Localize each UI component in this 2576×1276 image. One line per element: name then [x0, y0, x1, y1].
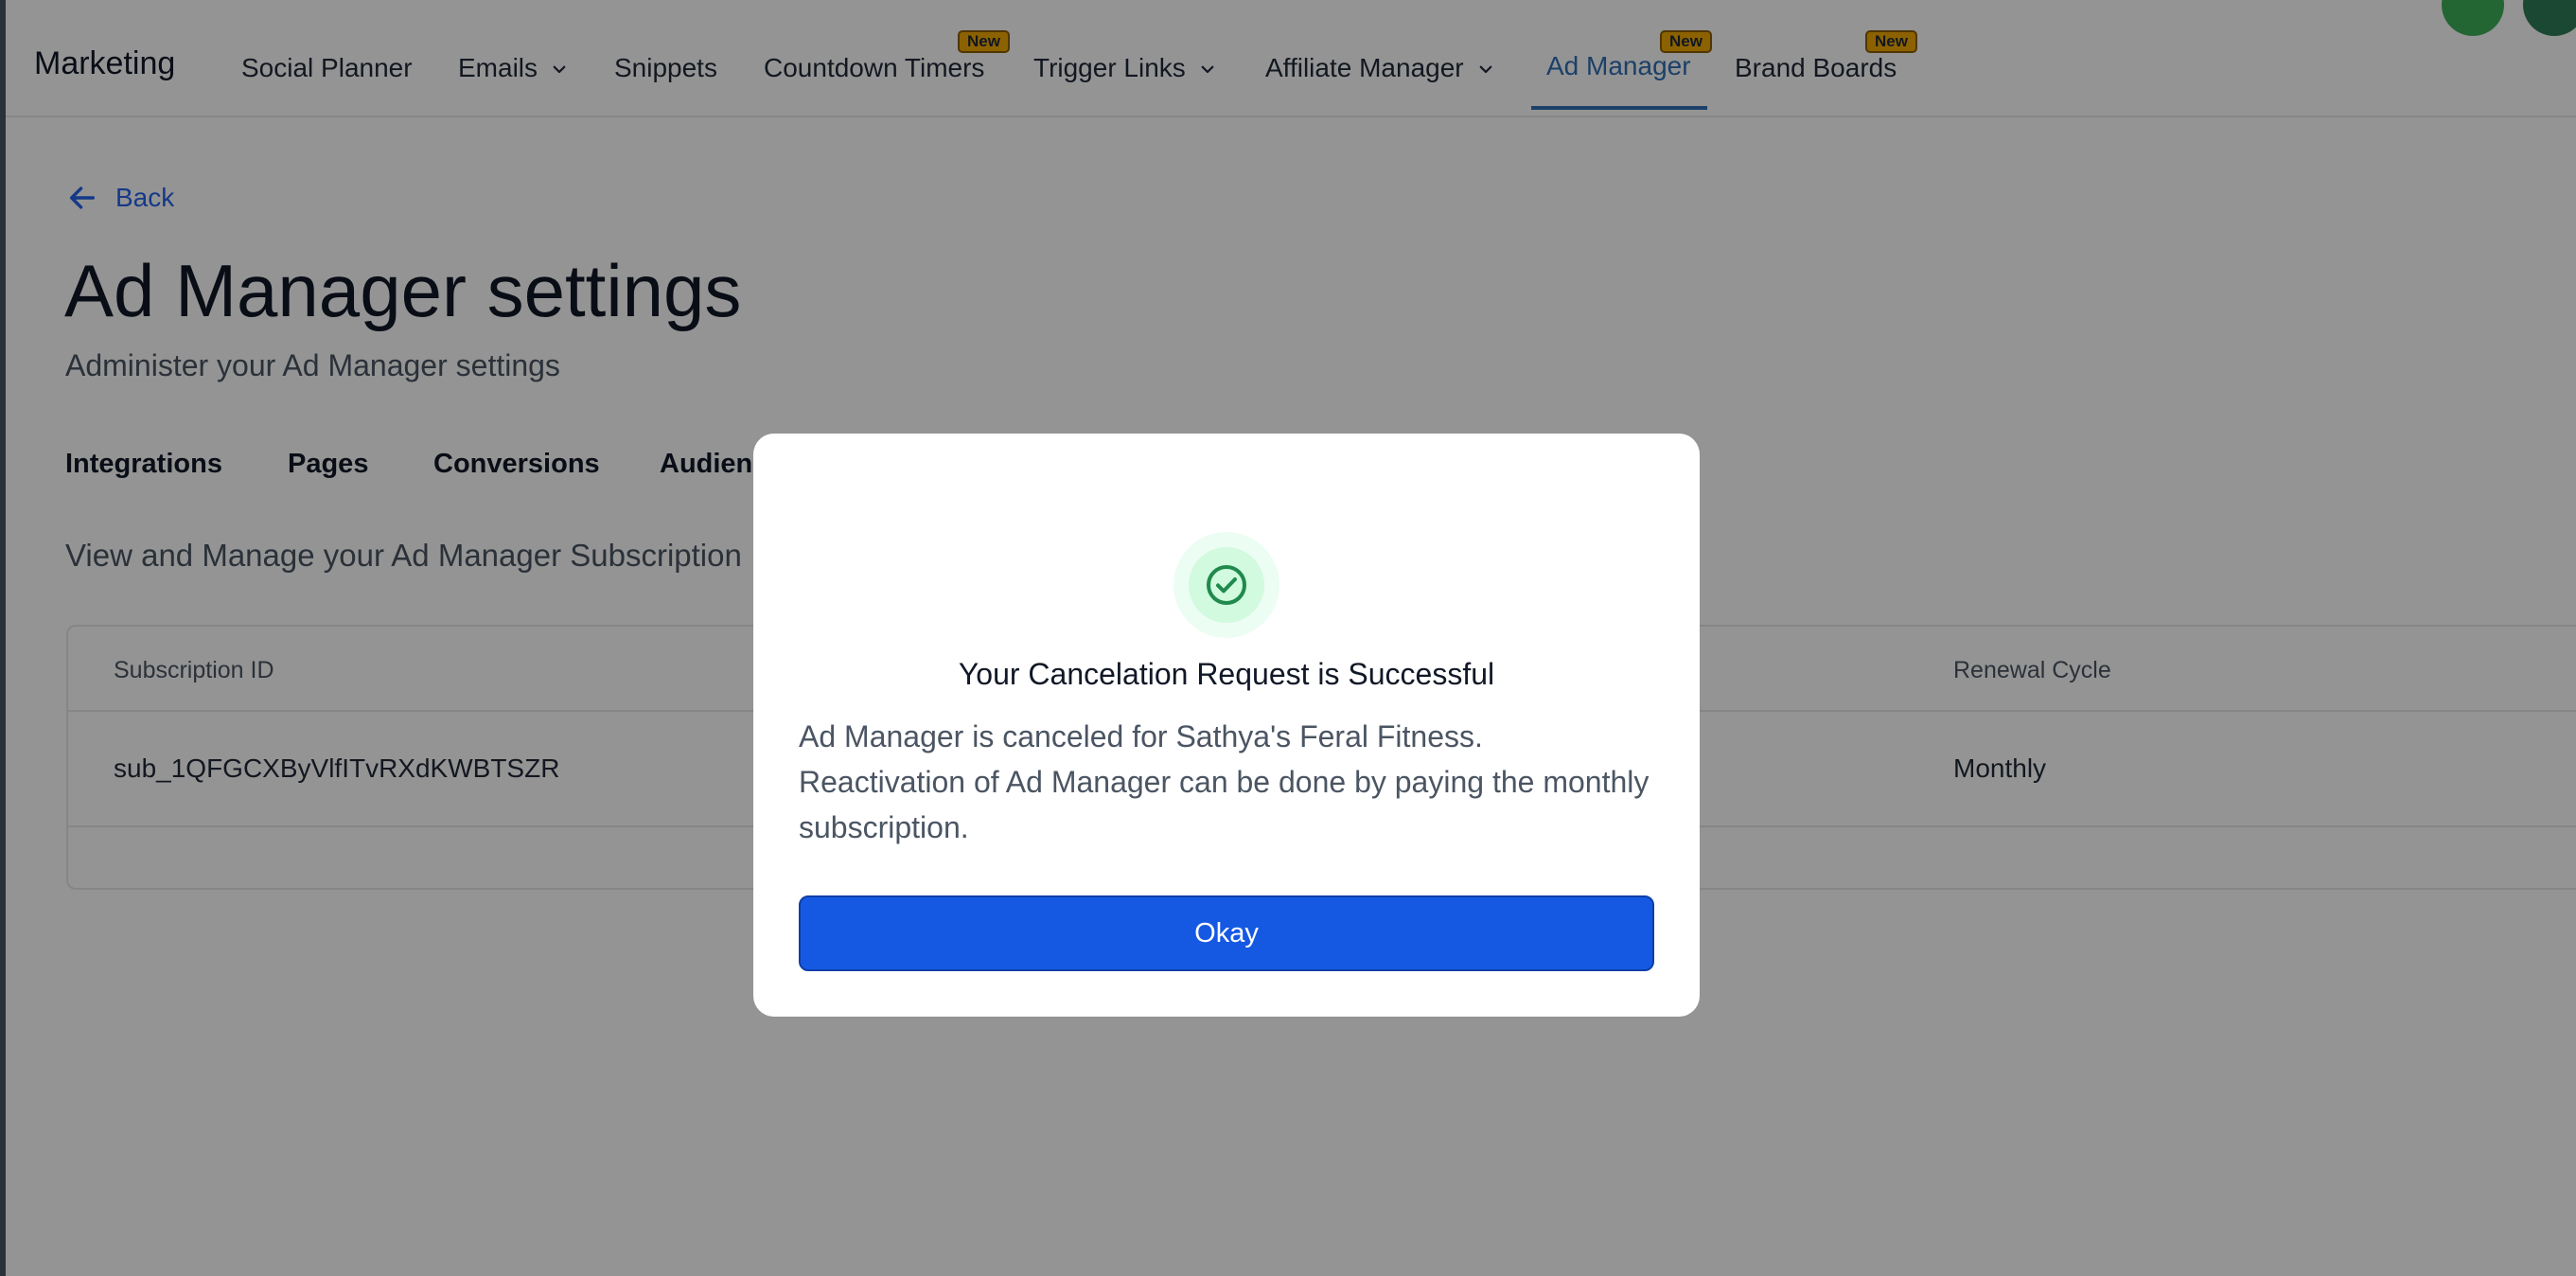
dialog-message: Ad Manager is canceled for Sathya's Fera… [799, 719, 1650, 844]
dialog-title: Your Cancelation Request is Successful [958, 657, 1495, 691]
okay-button[interactable]: Okay [799, 895, 1654, 971]
success-icon-ring [1173, 532, 1279, 638]
check-circle-icon [1207, 565, 1246, 605]
page: Marketing Social Planner Emails Snippets… [0, 0, 2576, 1276]
cancelation-success-dialog: Your Cancelation Request is Successful A… [753, 434, 1700, 1017]
success-icon-inner [1189, 547, 1264, 623]
